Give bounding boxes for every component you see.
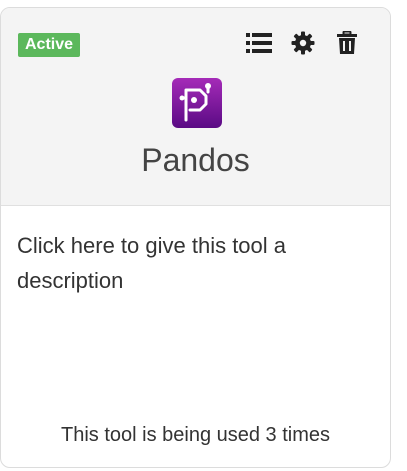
settings-button[interactable]	[290, 30, 316, 56]
delete-button[interactable]	[334, 30, 360, 56]
card-actions	[246, 30, 360, 56]
trash-icon	[337, 31, 357, 54]
description-prompt[interactable]: Click here to give this tool a descripti…	[17, 228, 357, 298]
status-badge: Active	[18, 33, 81, 57]
list-button[interactable]	[246, 30, 272, 56]
gear-icon	[291, 31, 315, 55]
card-header: Active Pandos	[1, 8, 390, 206]
list-icon	[246, 33, 272, 53]
usage-count-text: This tool is being used 3 times	[60, 424, 331, 446]
tool-card: Active Pandos Click here to give this to…	[0, 7, 391, 468]
pandos-logo-icon	[172, 78, 222, 128]
tool-name: Pandos	[141, 142, 250, 178]
